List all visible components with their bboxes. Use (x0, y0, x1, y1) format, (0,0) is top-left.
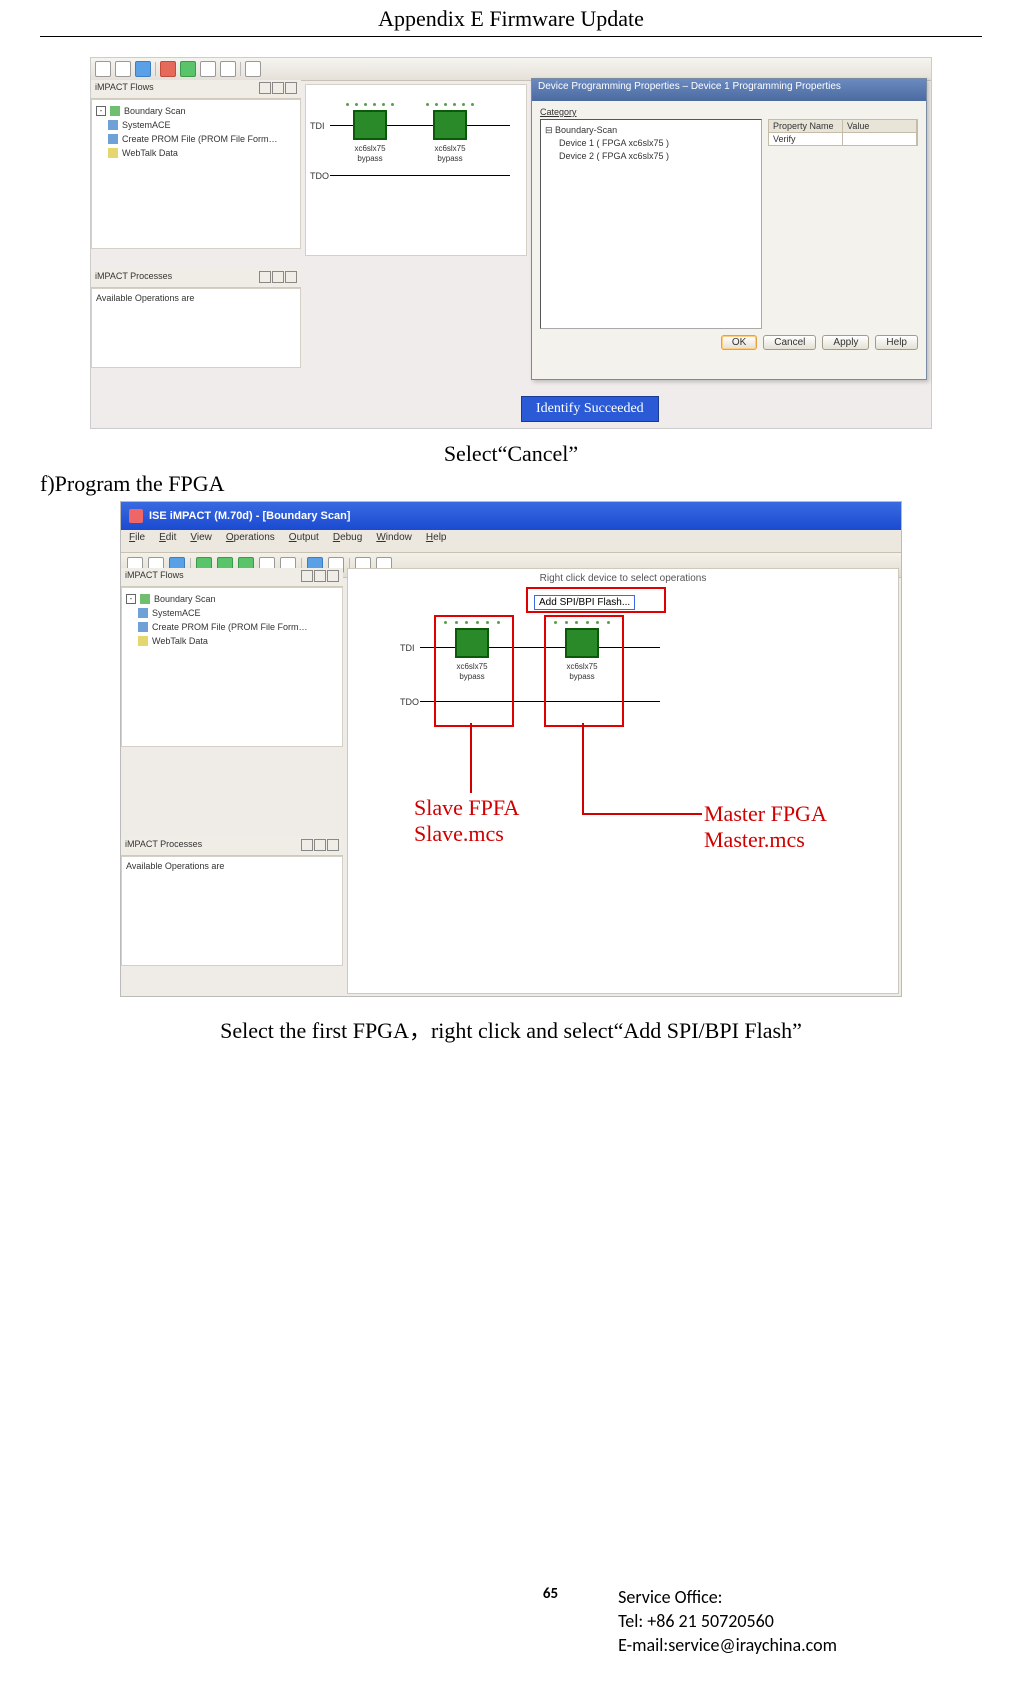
processes-panel-header: iMPACT Processes (91, 269, 301, 288)
app-icon (129, 509, 143, 523)
tree-boundary-scan[interactable]: Boundary Scan (124, 104, 186, 118)
help-button[interactable]: Help (875, 335, 918, 350)
processes-panel-header-2: iMPACT Processes (121, 837, 343, 856)
row-verify-value[interactable] (843, 133, 917, 145)
flows-panel-header: iMPACT Flows (91, 80, 301, 99)
chip-slave-mode: bypass (444, 672, 500, 682)
help-icon[interactable] (245, 61, 261, 77)
tree2-boundary-scan[interactable]: Boundary Scan (154, 592, 216, 606)
chip-slave-name: xc6slx75 (444, 662, 500, 672)
tdi-label: TDI (310, 121, 325, 131)
delete-icon[interactable] (160, 61, 176, 77)
chain-canvas: TDI TDO xc6slx75 bypass xc6slx75 bypass (305, 84, 527, 256)
tree2-systemace[interactable]: SystemACE (152, 606, 201, 620)
dlg-device-1[interactable]: Device 1 ( FPGA xc6slx75 ) (545, 137, 757, 150)
ok-button[interactable]: OK (721, 335, 757, 350)
caption-select-cancel: Select“Cancel” (40, 441, 982, 467)
menu-file[interactable]: File (129, 532, 145, 550)
menu-output[interactable]: Output (289, 532, 319, 550)
processes-box: Available Operations are (91, 288, 301, 368)
menu-window[interactable]: Window (376, 532, 412, 550)
menu-debug[interactable]: Debug (333, 532, 362, 550)
add-spi-bpi-flash-menu[interactable]: Add SPI/BPI Flash... (534, 595, 635, 610)
chip2-name: xc6slx75 (426, 144, 474, 154)
menu-edit[interactable]: Edit (159, 532, 176, 550)
chain-canvas-2[interactable]: Right click device to select operations … (347, 568, 899, 994)
flows-tree[interactable]: -Boundary Scan SystemACE Create PROM Fil… (91, 99, 301, 249)
chip-2-icon[interactable] (433, 110, 467, 140)
header-rule (40, 36, 982, 37)
tool-icon[interactable] (200, 61, 216, 77)
dlg-boundary-scan[interactable]: Boundary-Scan (555, 125, 617, 135)
cancel-button[interactable]: Cancel (763, 335, 816, 350)
dialog-properties: Property Name Value Verify (768, 119, 918, 329)
chip-1-icon[interactable] (353, 110, 387, 140)
caption-add-spi-bpi: Select the first FPGA，right click and se… (40, 1013, 982, 1045)
run-icon[interactable] (180, 61, 196, 77)
tree-webtalk[interactable]: WebTalk Data (122, 146, 178, 160)
tdo-label: TDO (310, 171, 329, 181)
tree2-create-prom[interactable]: Create PROM File (PROM File Form… (152, 620, 308, 634)
menu-view[interactable]: View (190, 532, 212, 550)
service-tel: Tel: +86 21 50720560 (618, 1609, 837, 1633)
row-verify: Verify (769, 133, 843, 145)
new-icon[interactable] (95, 61, 111, 77)
chip1-mode: bypass (346, 154, 394, 164)
canvas-hint: Right click device to select operations (348, 573, 898, 584)
flows-panel-header: iMPACT Flows (121, 568, 343, 587)
dlg-device-2[interactable]: Device 2 ( FPGA xc6slx75 ) (545, 150, 757, 163)
annotation-slave: Slave FPFA Slave.mcs (414, 795, 519, 847)
chip-master-icon[interactable] (565, 628, 599, 658)
tree-create-prom[interactable]: Create PROM File (PROM File Form… (122, 132, 278, 146)
col-value: Value (843, 120, 917, 132)
processes-box-2: Available Operations are (121, 856, 343, 966)
window-title: ISE iMPACT (M.70d) - [Boundary Scan] (149, 510, 350, 522)
chip2-mode: bypass (426, 154, 474, 164)
flows-tree-2[interactable]: -Boundary Scan SystemACE Create PROM Fil… (121, 587, 343, 747)
chip-master-name: xc6slx75 (554, 662, 610, 672)
screenshot-impact-dialog: iMPACT Flows -Boundary Scan SystemACE Cr… (90, 57, 932, 429)
step-f-label: f)Program the FPGA (40, 471, 982, 497)
window-titlebar: ISE iMPACT (M.70d) - [Boundary Scan] (121, 502, 901, 530)
dialog-category-tree[interactable]: ⊟ Boundary-Scan Device 1 ( FPGA xc6slx75… (540, 119, 762, 329)
service-email: E-mail:service@iraychina.com (618, 1633, 837, 1657)
available-ops-label: Available Operations are (96, 293, 194, 303)
page-number: 65 (40, 1585, 618, 1657)
processes-title: iMPACT Processes (95, 271, 172, 285)
open-icon[interactable] (115, 61, 131, 77)
apply-button[interactable]: Apply (822, 335, 869, 350)
processes-title-2: iMPACT Processes (125, 839, 202, 853)
tree-systemace[interactable]: SystemACE (122, 118, 171, 132)
menubar[interactable]: File Edit View Operations Output Debug W… (121, 530, 901, 553)
flows-title: iMPACT Flows (95, 82, 154, 96)
chip-slave-icon[interactable] (455, 628, 489, 658)
service-office-label: Service Office: (618, 1585, 837, 1609)
category-label: Category (540, 107, 918, 117)
flows-title-2: iMPACT Flows (125, 570, 184, 584)
menu-operations[interactable]: Operations (226, 532, 275, 550)
tree2-webtalk[interactable]: WebTalk Data (152, 634, 208, 648)
chip1-name: xc6slx75 (346, 144, 394, 154)
page-header: Appendix E Firmware Update (40, 0, 982, 36)
tdo-label-2: TDO (400, 697, 419, 707)
available-ops-label-2: Available Operations are (126, 861, 224, 871)
device-programming-dialog: Device Programming Properties – Device 1… (531, 78, 927, 380)
chip-master-mode: bypass (554, 672, 610, 682)
tool2-icon[interactable] (220, 61, 236, 77)
dialog-titlebar: Device Programming Properties – Device 1… (532, 79, 926, 101)
tdi-label-2: TDI (400, 643, 415, 653)
col-property-name: Property Name (769, 120, 843, 132)
save-icon[interactable] (135, 61, 151, 77)
page-footer: 65 Service Office: Tel: +86 21 50720560 … (0, 1585, 1022, 1697)
screenshot-impact-boundary-scan: ISE iMPACT (M.70d) - [Boundary Scan] Fil… (120, 501, 902, 997)
identify-succeeded-badge: Identify Succeeded (521, 396, 659, 422)
annotation-master: Master FPGA Master.mcs (704, 801, 827, 853)
menu-help[interactable]: Help (426, 532, 447, 550)
